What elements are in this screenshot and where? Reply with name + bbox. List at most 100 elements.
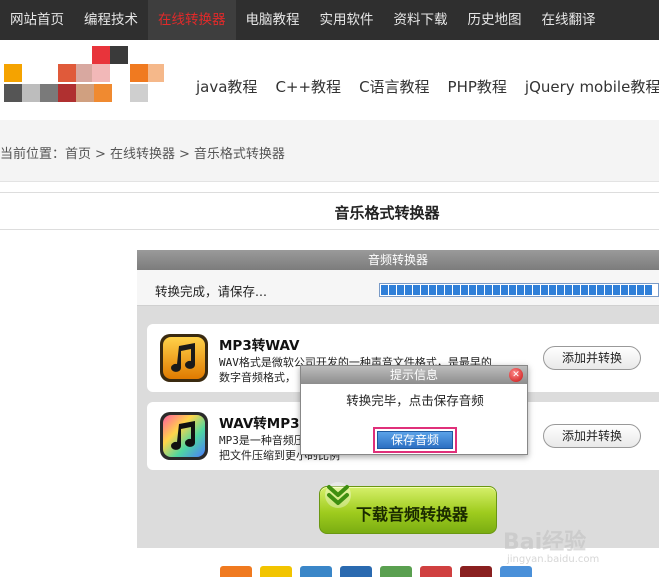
nav-item-software[interactable]: 实用软件 <box>310 0 384 40</box>
logo-block <box>76 84 94 102</box>
progress-segment <box>573 285 580 295</box>
nav-item-history-map[interactable]: 历史地图 <box>458 0 532 40</box>
progress-segment <box>389 285 396 295</box>
nav-item-pc-tutorial[interactable]: 电脑教程 <box>236 0 310 40</box>
nav-item-downloads[interactable]: 资料下载 <box>384 0 458 40</box>
progress-segment <box>445 285 452 295</box>
progress-segment <box>541 285 548 295</box>
breadcrumb-band: 当前位置：首页 > 在线转换器 > 音乐格式转换器 <box>0 120 659 182</box>
nav-item-online-converter[interactable]: 在线转换器 <box>148 0 236 40</box>
toolbar-star-icon[interactable] <box>260 566 292 577</box>
logo-block <box>94 84 112 102</box>
site-header: java教程 C++教程 C语言教程 PHP教程 jQuery mobile教程 <box>0 40 659 130</box>
logo-block <box>76 64 92 82</box>
breadcrumb-current: 音乐格式转换器 <box>193 147 285 162</box>
logo-block <box>58 84 76 102</box>
close-icon[interactable]: ✕ <box>509 368 523 382</box>
add-convert-button[interactable]: 添加并转换 <box>543 424 641 448</box>
progress-segment <box>501 285 508 295</box>
add-convert-button[interactable]: 添加并转换 <box>543 346 641 370</box>
progress-segment <box>557 285 564 295</box>
toolbar-rss-icon[interactable] <box>220 566 252 577</box>
progress-segment <box>517 285 524 295</box>
header-link-cpp[interactable]: C++教程 <box>275 76 341 97</box>
toolbar-doc-icon[interactable] <box>380 566 412 577</box>
download-label: 下载音频转换器 <box>356 505 469 524</box>
page-title: 音乐格式转换器 <box>334 204 440 222</box>
progress-segment <box>493 285 500 295</box>
progress-segment <box>485 285 492 295</box>
nav-item-programming[interactable]: 编程技术 <box>74 0 148 40</box>
progress-segment <box>381 285 388 295</box>
progress-segment <box>453 285 460 295</box>
progress-segment <box>565 285 572 295</box>
bottom-toolbar <box>220 566 532 577</box>
logo-block <box>40 84 58 102</box>
progress-segment <box>413 285 420 295</box>
nav-item-translate[interactable]: 在线翻译 <box>532 0 606 40</box>
logo-block <box>22 84 40 102</box>
breadcrumb-online-converter[interactable]: 在线转换器 <box>110 147 175 162</box>
logo-block <box>92 46 110 64</box>
logo-block <box>58 64 76 82</box>
download-arrow-icon <box>325 482 351 508</box>
progress-segment <box>637 285 644 295</box>
card-title: MP3转WAV <box>219 338 300 354</box>
progress-segment <box>509 285 516 295</box>
progress-segment <box>621 285 628 295</box>
save-button-highlight: 保存音频 <box>373 427 457 453</box>
progress-segment <box>405 285 412 295</box>
progress-segment <box>645 285 652 295</box>
logo-block <box>148 64 164 82</box>
progress-segment <box>549 285 556 295</box>
logo-block <box>110 46 128 64</box>
breadcrumb-home[interactable]: 首页 <box>65 147 91 162</box>
site-logo[interactable] <box>0 44 170 124</box>
top-nav: 网站首页 编程技术 在线转换器 电脑教程 实用软件 资料下载 历史地图 在线翻译 <box>0 0 659 40</box>
dialog-message: 转换完毕，点击保存音频 <box>346 393 484 408</box>
header-link-php[interactable]: PHP教程 <box>448 76 507 97</box>
progress-segment <box>629 285 636 295</box>
toolbar-book-icon[interactable] <box>460 566 492 577</box>
dialog-header: 提示信息 ✕ <box>301 366 527 384</box>
progress-segment <box>533 285 540 295</box>
progress-segment <box>597 285 604 295</box>
panel-header: 音频转换器 <box>137 250 659 270</box>
progress-segment <box>397 285 404 295</box>
header-link-jquery-mobile[interactable]: jQuery mobile教程 <box>525 76 659 97</box>
progress-segment <box>525 285 532 295</box>
breadcrumb-separator: > <box>178 147 190 162</box>
progress-segment <box>477 285 484 295</box>
dialog-title: 提示信息 <box>389 368 438 382</box>
progress-segment <box>437 285 444 295</box>
header-link-c[interactable]: C语言教程 <box>359 76 429 97</box>
music-note-rainbow-icon <box>160 412 208 460</box>
download-converter-button[interactable]: 下载音频转换器 <box>319 482 497 534</box>
progress-bar <box>379 283 659 297</box>
progress-segment <box>429 285 436 295</box>
progress-segment <box>581 285 588 295</box>
status-text: 转换完成，请保存... <box>155 284 267 299</box>
nav-item-home[interactable]: 网站首页 <box>0 0 74 40</box>
header-link-java[interactable]: java教程 <box>196 76 257 97</box>
progress-segment <box>613 285 620 295</box>
info-dialog: 提示信息 ✕ 转换完毕，点击保存音频 保存音频 <box>300 365 528 455</box>
breadcrumb-prefix: 当前位置： <box>0 147 66 162</box>
progress-segment <box>589 285 596 295</box>
toolbar-plus-icon[interactable] <box>340 566 372 577</box>
header-links: java教程 C++教程 C语言教程 PHP教程 jQuery mobile教程 <box>196 76 659 97</box>
toolbar-share-icon[interactable] <box>420 566 452 577</box>
watermark-text: Bai经验 <box>503 530 587 555</box>
logo-block <box>4 64 22 82</box>
breadcrumb: 当前位置：首页 > 在线转换器 > 音乐格式转换器 <box>0 143 285 162</box>
breadcrumb-separator: > <box>95 147 106 162</box>
save-audio-button[interactable]: 保存音频 <box>377 431 453 449</box>
logo-block <box>130 84 148 102</box>
logo-block <box>4 84 22 102</box>
toolbar-globe-icon[interactable] <box>300 566 332 577</box>
logo-block <box>130 64 148 82</box>
progress-segment <box>461 285 468 295</box>
progress-segment <box>421 285 428 295</box>
progress-segment <box>469 285 476 295</box>
title-band: 音乐格式转换器 <box>0 192 659 230</box>
